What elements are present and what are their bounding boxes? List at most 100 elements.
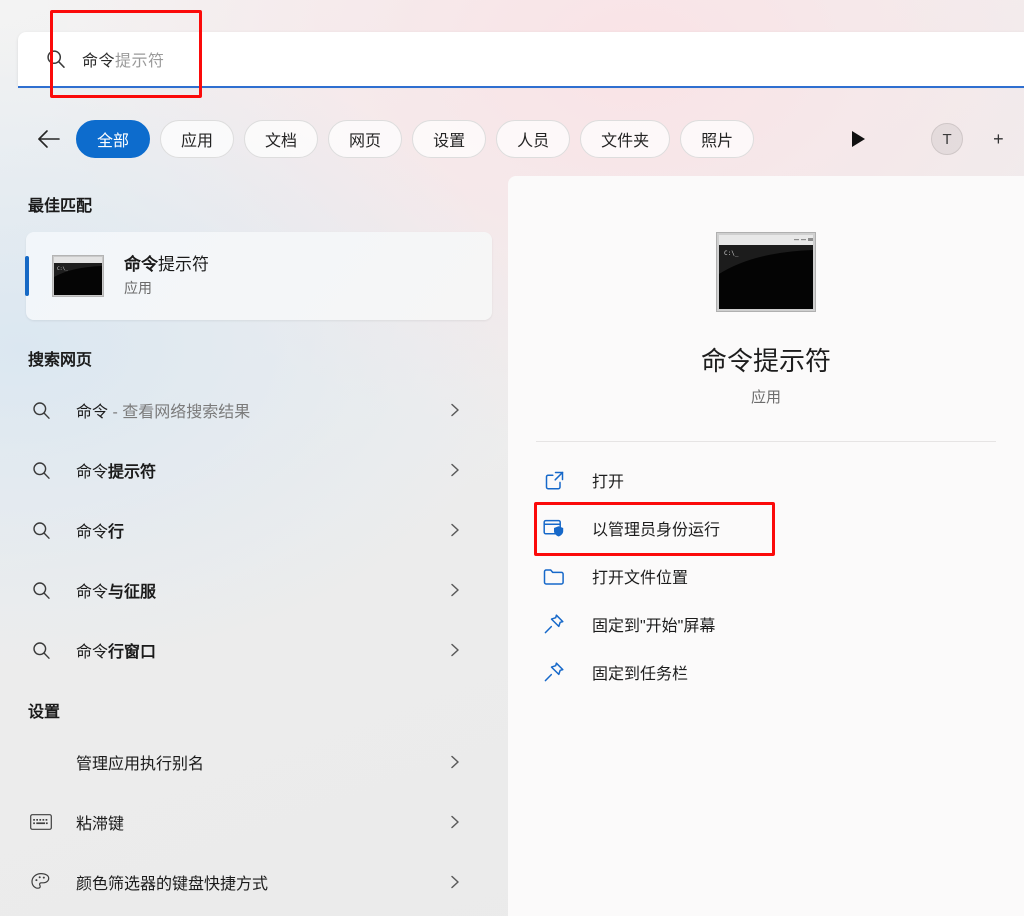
avatar-initial: T: [942, 130, 952, 148]
action-open[interactable]: 打开: [508, 456, 1024, 504]
match-part: 命令: [76, 404, 109, 421]
pin-icon: [542, 612, 566, 636]
tab-label: 网页: [349, 133, 382, 150]
windows-search-flyout: 命令提示符 全部 应用 文档 网页 设置 人员 文件夹 照片 T + 最佳匹配: [0, 0, 1024, 916]
section-heading-settings: 设置: [28, 704, 61, 721]
search-ghost-text: 提示符: [115, 53, 165, 70]
match-part: 命令: [76, 524, 109, 541]
section-heading-best-match: 最佳匹配: [28, 198, 93, 215]
list-item[interactable]: 命令与征服: [0, 560, 508, 620]
back-arrow-icon[interactable]: [36, 126, 62, 152]
rest-part: 行窗口: [108, 644, 157, 661]
action-pin-to-taskbar[interactable]: 固定到任务栏: [508, 648, 1024, 696]
pin-icon: [542, 660, 566, 684]
chevron-right-icon: [451, 875, 459, 889]
list-item[interactable]: 管理应用执行别名: [0, 732, 508, 792]
action-label: 以管理员身份运行: [592, 522, 721, 539]
list-item-label: 命令行窗口: [76, 638, 156, 662]
command-prompt-icon: C:\_: [52, 255, 104, 297]
tab-documents[interactable]: 文档: [244, 120, 319, 158]
tab-settings[interactable]: 设置: [412, 120, 487, 158]
chevron-right-icon: [451, 643, 459, 657]
command-prompt-icon: C:\_: [716, 232, 816, 317]
chevron-right-icon: [451, 583, 459, 597]
app-actions: 打开 以管理员身份运行 打开文件位置 固定到"开始"屏幕 固定到任务栏: [508, 456, 1024, 696]
tab-label: 文档: [265, 133, 298, 150]
search-icon: [28, 581, 54, 600]
chevron-right-icon: [451, 523, 459, 537]
tab-people[interactable]: 人员: [496, 120, 571, 158]
best-match-card[interactable]: C:\_ 命令提示符 应用: [25, 232, 492, 320]
list-item[interactable]: 命令 - 查看网络搜索结果: [0, 380, 508, 440]
action-run-as-administrator[interactable]: 以管理员身份运行: [508, 504, 1024, 552]
rest-part: 行: [108, 524, 125, 541]
keyboard-icon: [28, 814, 54, 830]
best-match-text: 命令提示符 应用: [124, 254, 209, 299]
action-pin-to-start[interactable]: 固定到"开始"屏幕: [508, 600, 1024, 648]
search-icon: [28, 521, 54, 540]
list-item[interactable]: 命令行: [0, 500, 508, 560]
app-name: 命令提示符: [700, 346, 831, 376]
action-label: 打开文件位置: [592, 570, 689, 587]
list-item[interactable]: 命令行窗口: [0, 620, 508, 680]
tab-folders[interactable]: 文件夹: [580, 120, 671, 158]
match-part: 命令: [76, 644, 109, 661]
list-item-label: 管理应用执行别名: [76, 756, 205, 773]
search-input[interactable]: 命令提示符: [18, 32, 1024, 88]
list-item-label: 命令与征服: [76, 578, 156, 602]
list-item[interactable]: 粘滞键: [0, 792, 508, 852]
search-icon: [28, 641, 54, 660]
suffix-part: - 查看网络搜索结果: [108, 404, 251, 421]
match-part: 命令: [76, 584, 109, 601]
list-item-label: 命令提示符: [76, 458, 156, 482]
tab-label: 全部: [97, 133, 130, 150]
open-external-icon: [542, 468, 566, 492]
list-item-label: 颜色筛选器的键盘快捷方式: [76, 876, 269, 893]
best-match-subtitle: 应用: [124, 280, 152, 297]
action-label: 固定到任务栏: [592, 666, 689, 683]
tab-label: 人员: [517, 133, 550, 150]
edge-glyph[interactable]: +: [993, 129, 1004, 150]
rest-part: 与征服: [108, 584, 157, 601]
tab-label: 文件夹: [601, 133, 650, 150]
avatar[interactable]: T: [931, 123, 964, 155]
run-as-admin-shield-icon: [542, 516, 566, 540]
chevron-right-icon: [451, 815, 459, 829]
action-label: 固定到"开始"屏幕: [592, 618, 716, 635]
best-match-title-rest: 提示符: [158, 254, 209, 274]
search-icon: [28, 401, 54, 420]
divider: [536, 441, 996, 442]
list-item-label: 命令 - 查看网络搜索结果: [76, 398, 250, 422]
tab-label: 照片: [701, 133, 734, 150]
filter-tab-bar: 全部 应用 文档 网页 设置 人员 文件夹 照片 T +: [0, 112, 1024, 166]
chevron-right-icon: [451, 755, 459, 769]
list-item[interactable]: 颜色筛选器的键盘快捷方式: [0, 852, 508, 912]
app-detail-pane: C:\_ 命令提示符 应用 打开 以管理员身份运行 打开文件位置 固定到"开始"…: [508, 176, 1024, 916]
tab-label: 设置: [433, 133, 466, 150]
folder-icon: [542, 564, 566, 588]
tab-apps[interactable]: 应用: [160, 120, 235, 158]
best-match-title-match: 命令: [124, 254, 158, 274]
rest-part: 提示符: [108, 464, 157, 481]
tab-label: 应用: [181, 133, 214, 150]
list-item[interactable]: 命令提示符: [0, 440, 508, 500]
play-triangle-icon[interactable]: [852, 131, 866, 147]
app-kind: 应用: [750, 389, 781, 406]
svg-text:C:\_: C:\_: [57, 266, 68, 272]
action-label: 打开: [592, 474, 625, 491]
app-hero: C:\_ 命令提示符 应用: [508, 176, 1024, 407]
tab-web[interactable]: 网页: [328, 120, 403, 158]
list-item-label: 粘滞键: [76, 816, 125, 833]
search-icon: [28, 461, 54, 480]
list-item-label: 命令行: [76, 518, 124, 542]
chevron-right-icon: [451, 403, 459, 417]
tab-all[interactable]: 全部: [76, 120, 151, 158]
action-open-file-location[interactable]: 打开文件位置: [508, 552, 1024, 600]
tab-photos[interactable]: 照片: [680, 120, 755, 158]
search-icon: [47, 50, 65, 68]
best-match-title: 命令提示符: [124, 254, 209, 277]
section-heading-web-search: 搜索网页: [28, 352, 93, 369]
chevron-right-icon: [451, 463, 459, 477]
results-list: 最佳匹配 C:\_ 命令提示符 应用 搜索网页 命令 - 查看网络搜索结果 命令…: [0, 176, 508, 916]
match-part: 命令: [76, 464, 109, 481]
